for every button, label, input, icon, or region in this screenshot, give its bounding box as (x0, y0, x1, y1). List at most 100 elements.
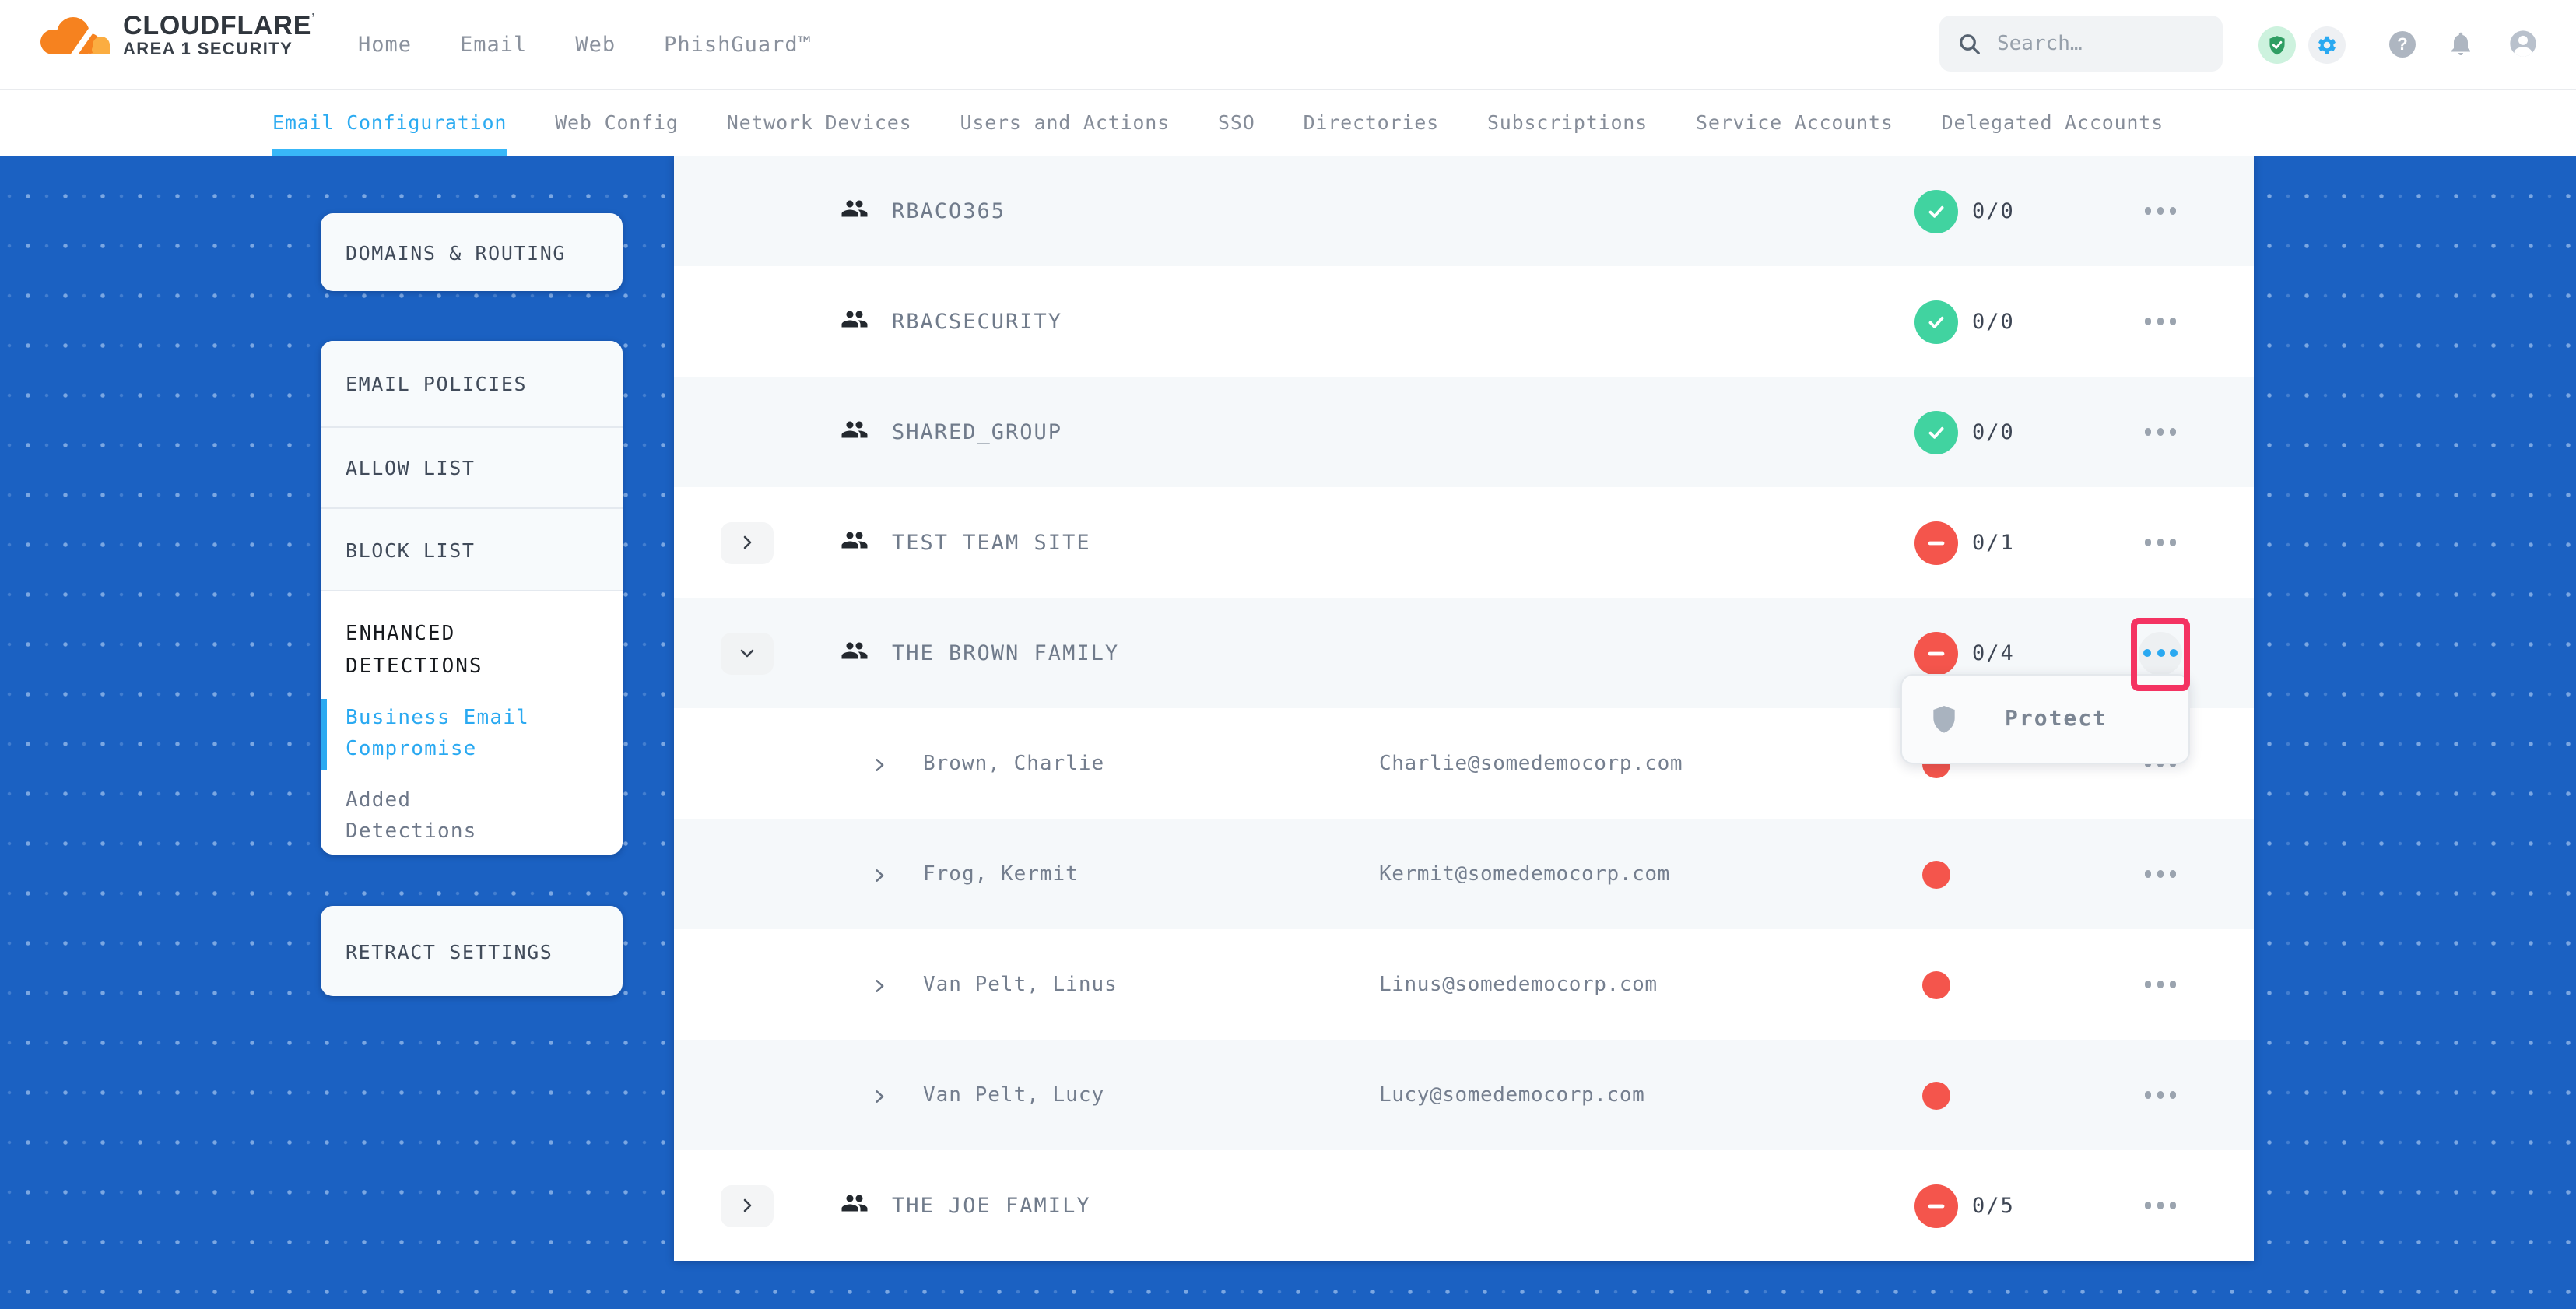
table-row[interactable]: Van Pelt, Linus Linus@somedemocorp.com (674, 929, 2254, 1040)
user-avatar-icon[interactable] (2506, 26, 2540, 61)
sidebar-label: DOMAINS & ROUTING (321, 240, 566, 264)
sidebar-item-block-list[interactable]: BLOCK LIST (321, 509, 623, 591)
tab-delegated-accounts[interactable]: Delegated Accounts (1942, 89, 2164, 156)
unprotected-dot (1922, 860, 1950, 888)
search-icon (1958, 32, 1981, 55)
member-count: 0/0 (1972, 419, 2015, 444)
user-email: Charlie@somedemocorp.com (1379, 752, 1683, 775)
sidebar-subitem-added-detections[interactable]: Added Detections (346, 786, 548, 848)
group-name: THE JOE FAMILY (892, 1193, 1091, 1218)
tab-email-configuration[interactable]: Email Configuration (272, 89, 507, 156)
table-row[interactable]: THE JOE FAMILY 0/5 (674, 1150, 2254, 1261)
minus-icon (1924, 530, 1949, 555)
user-chevron-icon (872, 859, 887, 889)
expand-row-button[interactable] (721, 1184, 774, 1227)
app-root: CLOUDFLARE’ AREA 1 SECURITY Home Email Web… (0, 0, 2576, 1309)
notifications-bell-icon[interactable] (2444, 26, 2478, 61)
group-icon (841, 525, 869, 560)
row-menu-button[interactable] (2139, 189, 2182, 233)
row-menu-button[interactable] (2139, 300, 2182, 343)
search-input[interactable] (1994, 30, 2202, 57)
row-context-menu: Protect (1900, 674, 2190, 764)
tab-subscriptions[interactable]: Subscriptions (1487, 89, 1648, 156)
user-email: Lucy@somedemocorp.com (1379, 1083, 1644, 1107)
member-count: 0/4 (1972, 640, 2015, 665)
table-row[interactable]: RBACSECURITY 0/0 (674, 266, 2254, 377)
group-icon (841, 194, 869, 228)
unprotected-dot (1922, 970, 1950, 998)
sidebar-subitem-business-email-compromise[interactable]: Business Email Compromise (346, 704, 548, 766)
sidebar-item-retract-settings[interactable]: RETRACT SETTINGS (321, 906, 623, 996)
config-tabs-bar: Email Configuration Web Config Network Dev… (0, 89, 2576, 156)
top-nav-item[interactable]: Web (575, 32, 616, 57)
group-name: TEST TEAM SITE (892, 530, 1091, 555)
unprotected-dot (1922, 1081, 1950, 1109)
context-menu-item-protect[interactable]: Protect (1902, 676, 2188, 763)
status-badge (1914, 189, 1958, 233)
tab-service-accounts[interactable]: Service Accounts (1696, 89, 1893, 156)
sidebar-item-enhanced-detections[interactable]: ENHANCED DETECTIONS Business Email Compr… (321, 591, 623, 855)
brand-trademark: ’ (311, 11, 315, 25)
search-bar[interactable] (1939, 16, 2223, 72)
expand-row-button[interactable] (721, 632, 774, 674)
row-menu-button[interactable] (2139, 521, 2182, 564)
minus-icon (1924, 1193, 1949, 1218)
check-icon (1925, 200, 1947, 222)
group-name: THE BROWN FAMILY (892, 640, 1119, 665)
settings-gear-icon[interactable] (2308, 26, 2346, 63)
status-badge (1914, 300, 1958, 343)
row-menu-button[interactable] (2139, 631, 2182, 675)
top-nav: Home Email Web PhishGuard™ (358, 0, 812, 89)
cloudflare-cloud-icon (33, 11, 114, 61)
row-menu-button[interactable] (2139, 410, 2182, 454)
user-email: Kermit@somedemocorp.com (1379, 862, 1670, 886)
user-name: Van Pelt, Lucy (923, 1083, 1104, 1107)
table-row[interactable]: SHARED_GROUP 0/0 (674, 377, 2254, 487)
help-icon[interactable]: ? (2389, 31, 2416, 58)
user-chevron-icon (872, 749, 887, 778)
directory-table: RBACO365 0/0 R (674, 156, 2254, 1261)
enhanced-detections-children: Business Email Compromise Added Detection… (346, 704, 598, 848)
brand-subtitle: AREA 1 SECURITY (123, 42, 315, 59)
member-count: 0/5 (1972, 1193, 2015, 1218)
table-row[interactable]: TEST TEAM SITE 0/1 (674, 487, 2254, 598)
sidebar-item-allow-list[interactable]: ALLOW LIST (321, 428, 623, 509)
cloudflare-logo: CLOUDFLARE’ AREA 1 SECURITY (33, 11, 315, 61)
shield-check-icon[interactable] (2258, 26, 2296, 63)
top-nav-item[interactable]: Home (358, 32, 412, 57)
tab-network-devices[interactable]: Network Devices (727, 89, 912, 156)
tab-sso[interactable]: SSO (1218, 89, 1255, 156)
tab-web-config[interactable]: Web Config (555, 89, 679, 156)
group-icon (841, 415, 869, 449)
sidebar-item-email-policies[interactable]: EMAIL POLICIES (321, 341, 623, 428)
chevron-right-icon (738, 1196, 756, 1215)
member-count: 0/1 (1972, 530, 2015, 555)
expand-row-button[interactable] (721, 521, 774, 563)
row-menu-button[interactable] (2139, 1184, 2182, 1227)
sidebar-label: RETRACT SETTINGS (321, 939, 553, 963)
status-badge (1914, 521, 1958, 564)
sidebar-policies-card: EMAIL POLICIESALLOW LISTBLOCK LIST ENHAN… (321, 341, 623, 855)
chevron-right-icon (738, 533, 756, 552)
tab-users-and-actions[interactable]: Users and Actions (960, 89, 1170, 156)
row-menu-button[interactable] (2139, 963, 2182, 1006)
table-row[interactable]: Van Pelt, Lucy Lucy@somedemocorp.com (674, 1040, 2254, 1150)
group-icon (841, 304, 869, 339)
user-chevron-icon (872, 970, 887, 999)
enhanced-detections-label: ENHANCED DETECTIONS (346, 618, 539, 683)
brand-name: CLOUDFLARE (123, 11, 311, 40)
table-row[interactable]: RBACO365 0/0 (674, 156, 2254, 266)
top-nav-item[interactable]: Email (460, 32, 527, 57)
row-menu-button[interactable] (2139, 1073, 2182, 1117)
row-menu-button[interactable] (2139, 852, 2182, 896)
shield-icon (1928, 702, 1960, 736)
logo-text: CLOUDFLARE’ AREA 1 SECURITY (123, 12, 315, 59)
group-name: RBACSECURITY (892, 309, 1062, 334)
chevron-right-icon (738, 644, 756, 662)
minus-icon (1924, 640, 1949, 665)
table-row[interactable]: Frog, Kermit Kermit@somedemocorp.com (674, 819, 2254, 929)
tab-directories[interactable]: Directories (1304, 89, 1439, 156)
top-nav-item[interactable]: PhishGuard™ (664, 32, 812, 57)
context-menu-label: Protect (2005, 707, 2107, 732)
sidebar-item-domains-routing[interactable]: DOMAINS & ROUTING (321, 213, 623, 291)
